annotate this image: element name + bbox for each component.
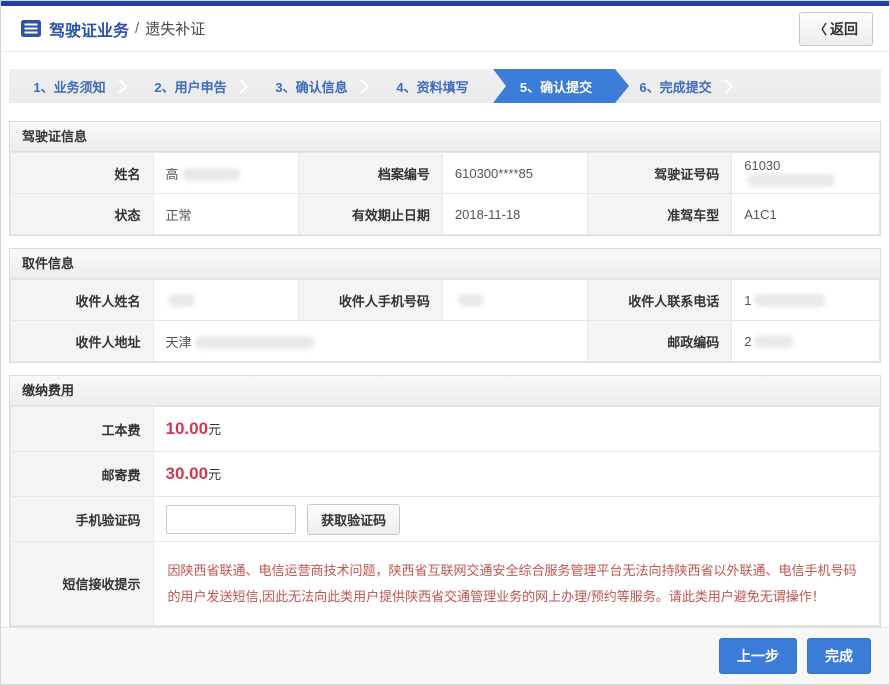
table-row: 手机验证码 获取验证码 bbox=[11, 497, 880, 542]
list-icon bbox=[21, 20, 41, 37]
step-2-user-declaration[interactable]: 2、用户申告 bbox=[130, 69, 251, 103]
page-header: 驾驶证业务 / 遗失补证 〈 返回 bbox=[1, 6, 889, 52]
step-label: 5、确认提交 bbox=[520, 77, 592, 96]
step-4-fill-data[interactable]: 4、资料填写 bbox=[372, 69, 493, 103]
field-label-postal-code: 邮政编码 bbox=[587, 321, 731, 362]
field-value-license-number: 61030 bbox=[732, 153, 880, 194]
section-fees: 缴纳费用 工本费 10.00元 邮寄费 30.00元 手机验证码 获取验证码 bbox=[9, 375, 881, 627]
redaction-blur bbox=[182, 168, 240, 181]
step-label: 2、用户申告 bbox=[154, 77, 226, 96]
field-label-production-fee: 工本费 bbox=[11, 407, 154, 452]
step-label: 3、确认信息 bbox=[275, 77, 347, 96]
field-value-production-fee: 10.00元 bbox=[153, 407, 879, 452]
fee-amount: 10.00 bbox=[166, 419, 209, 438]
spacer bbox=[1, 236, 889, 248]
field-label-expiry-date: 有效期止日期 bbox=[298, 194, 442, 235]
table-row: 状态 正常 有效期止日期 2018-11-18 准驾车型 A1C1 bbox=[11, 194, 880, 235]
redaction-blur bbox=[169, 294, 195, 307]
field-value-postage-fee: 30.00元 bbox=[153, 452, 879, 497]
field-value-status: 正常 bbox=[153, 194, 298, 235]
field-value-expiry-date: 2018-11-18 bbox=[442, 194, 587, 235]
field-label-name: 姓名 bbox=[11, 153, 154, 194]
field-label-status: 状态 bbox=[11, 194, 154, 235]
spacer bbox=[1, 103, 889, 121]
chevron-left-icon: 〈 bbox=[814, 19, 827, 38]
previous-step-button[interactable]: 上一步 bbox=[719, 638, 797, 674]
field-label-sms-code: 手机验证码 bbox=[11, 497, 154, 542]
page-title: 驾驶证业务 bbox=[49, 17, 129, 41]
table-row: 工本费 10.00元 bbox=[11, 407, 880, 452]
redaction-blur bbox=[754, 294, 826, 307]
spacer bbox=[1, 52, 889, 69]
table-row: 收件人姓名 收件人手机号码 收件人联系电话 1 bbox=[11, 280, 880, 321]
field-label-sms-notice: 短信接收提示 bbox=[11, 542, 154, 626]
step-3-confirm-info[interactable]: 3、确认信息 bbox=[251, 69, 372, 103]
redaction-blur bbox=[458, 294, 484, 307]
fee-unit: 元 bbox=[208, 467, 221, 482]
field-label-license-number: 驾驶证号码 bbox=[587, 153, 731, 194]
fee-unit: 元 bbox=[208, 422, 221, 437]
field-label-recipient-mobile: 收件人手机号码 bbox=[298, 280, 442, 321]
step-label: 1、业务须知 bbox=[33, 77, 105, 96]
steps-bar: 1、业务须知 2、用户申告 3、确认信息 4、资料填写 5、确认提交 6、完成提… bbox=[9, 69, 881, 103]
field-value-name: 高 bbox=[153, 153, 298, 194]
field-value-recipient-name bbox=[153, 280, 298, 321]
sms-notice-text: 因陕西省联通、电信运营商技术问题，陕西省互联网交通安全综合服务管理平台无法向持陕… bbox=[166, 552, 867, 615]
field-label-postage-fee: 邮寄费 bbox=[11, 452, 154, 497]
step-6-complete-submit[interactable]: 6、完成提交 bbox=[615, 69, 736, 103]
back-button-label: 返回 bbox=[830, 19, 858, 39]
back-button[interactable]: 〈 返回 bbox=[799, 12, 873, 46]
sms-code-cell: 获取验证码 bbox=[153, 497, 879, 542]
sms-code-input[interactable] bbox=[166, 505, 296, 534]
section-title: 驾驶证信息 bbox=[10, 122, 880, 152]
field-value-recipient-mobile bbox=[442, 280, 587, 321]
table-row: 短信接收提示 因陕西省联通、电信运营商技术问题，陕西省互联网交通安全综合服务管理… bbox=[11, 542, 880, 626]
redaction-blur bbox=[754, 335, 794, 348]
field-label-file-number: 档案编号 bbox=[298, 153, 442, 194]
get-code-button[interactable]: 获取验证码 bbox=[307, 504, 400, 535]
table-row: 收件人地址 天津 邮政编码 2 bbox=[11, 321, 880, 362]
fees-table: 工本费 10.00元 邮寄费 30.00元 手机验证码 获取验证码 短信接收提 bbox=[10, 406, 880, 626]
section-title: 取件信息 bbox=[10, 249, 880, 279]
step-label: 4、资料填写 bbox=[396, 77, 468, 96]
field-value-recipient-address: 天津 bbox=[153, 321, 587, 362]
step-label: 6、完成提交 bbox=[639, 77, 711, 96]
pickup-info-table: 收件人姓名 收件人手机号码 收件人联系电话 1 收件人地址 天津 邮政编码 2 bbox=[10, 279, 880, 362]
table-row: 姓名 高 档案编号 610300****85 驾驶证号码 61030 bbox=[11, 153, 880, 194]
section-license-info: 驾驶证信息 姓名 高 档案编号 610300****85 驾驶证号码 61030… bbox=[9, 121, 881, 236]
field-label-recipient-phone: 收件人联系电话 bbox=[587, 280, 731, 321]
finish-button[interactable]: 完成 bbox=[807, 638, 871, 674]
footer-actions: 上一步 完成 bbox=[1, 627, 889, 684]
field-label-recipient-name: 收件人姓名 bbox=[11, 280, 154, 321]
steps-bar-filler bbox=[736, 69, 881, 103]
breadcrumb-separator: / bbox=[135, 20, 139, 37]
field-label-vehicle-class: 准驾车型 bbox=[587, 194, 731, 235]
step-1-business-notice[interactable]: 1、业务须知 bbox=[9, 69, 130, 103]
field-value-postal-code: 2 bbox=[732, 321, 880, 362]
fee-amount: 30.00 bbox=[166, 464, 209, 483]
spacer bbox=[1, 363, 889, 375]
redaction-blur bbox=[747, 174, 835, 187]
redaction-blur bbox=[195, 336, 315, 349]
table-row: 邮寄费 30.00元 bbox=[11, 452, 880, 497]
field-value-file-number: 610300****85 bbox=[442, 153, 587, 194]
page-container: 驾驶证业务 / 遗失补证 〈 返回 1、业务须知 2、用户申告 3、确认信息 4… bbox=[0, 0, 890, 685]
field-label-recipient-address: 收件人地址 bbox=[11, 321, 154, 362]
license-info-table: 姓名 高 档案编号 610300****85 驾驶证号码 61030 状态 正常… bbox=[10, 152, 880, 235]
section-pickup-info: 取件信息 收件人姓名 收件人手机号码 收件人联系电话 1 收件人地址 天津 邮政… bbox=[9, 248, 881, 363]
sms-notice-cell: 因陕西省联通、电信运营商技术问题，陕西省互联网交通安全综合服务管理平台无法向持陕… bbox=[153, 542, 879, 626]
step-5-confirm-submit[interactable]: 5、确认提交 bbox=[493, 69, 629, 103]
breadcrumb-current: 遗失补证 bbox=[145, 18, 205, 39]
field-value-recipient-phone: 1 bbox=[732, 280, 880, 321]
field-value-vehicle-class: A1C1 bbox=[732, 194, 880, 235]
section-title: 缴纳费用 bbox=[10, 376, 880, 406]
